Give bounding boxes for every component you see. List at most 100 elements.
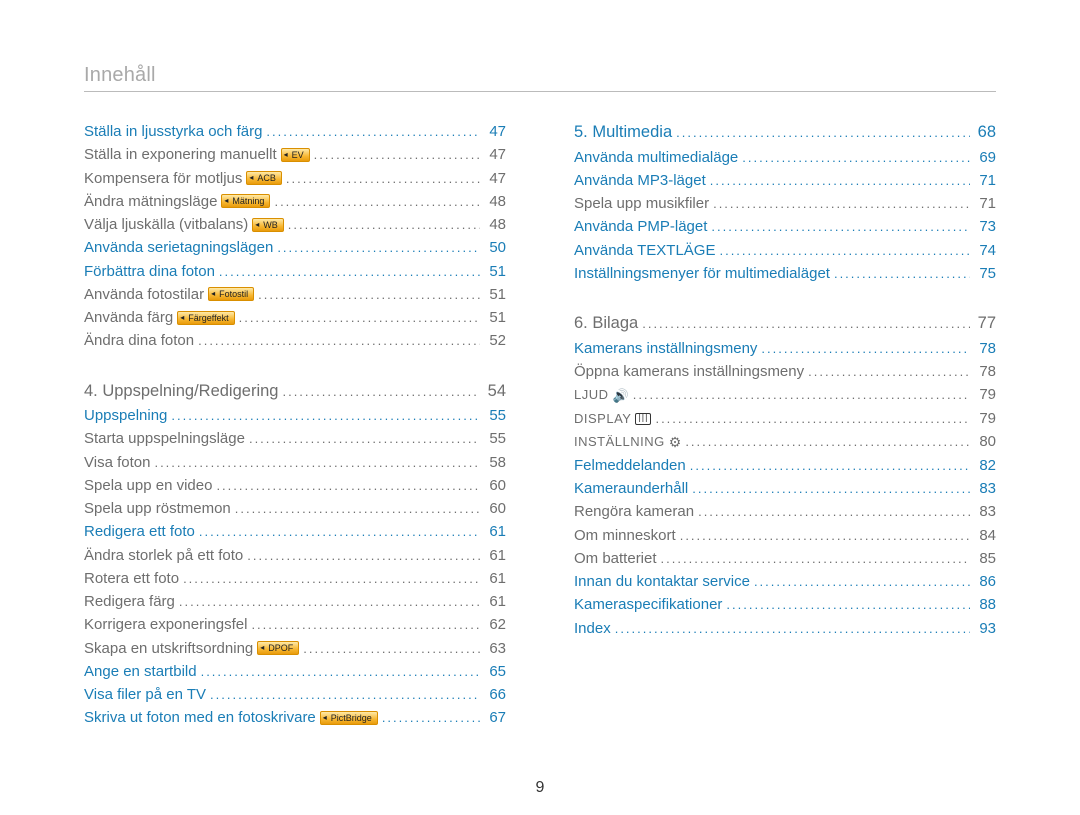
toc-page-number: 48 — [484, 213, 506, 236]
toc-label[interactable]: Felmeddelanden — [574, 454, 686, 477]
toc-label[interactable]: Använda MP3-läget — [574, 169, 706, 192]
toc-label[interactable]: Kameraunderhåll — [574, 477, 688, 500]
toc-label[interactable]: Använda PMP-läget — [574, 215, 707, 238]
toc-leaders — [199, 520, 480, 543]
toc-leaders — [655, 407, 970, 430]
toc-label[interactable]: Använda multimedialäge — [574, 146, 738, 169]
toc-label[interactable]: Kamerans inställningsmeny — [574, 337, 757, 360]
toc-label: Använda fotostilarFotostil — [84, 283, 254, 306]
toc-leaders — [382, 706, 480, 729]
toc-entry[interactable]: Förbättra dina foton51 — [84, 260, 506, 283]
toc-label[interactable]: Innan du kontaktar service — [574, 570, 750, 593]
sound-icon — [613, 384, 629, 407]
toc-page-number: 74 — [974, 239, 996, 262]
toc-chapter[interactable]: 5. Multimedia68 — [574, 120, 996, 146]
toc-entry[interactable]: Ställa in ljusstyrka och färg 47 — [84, 120, 506, 143]
toc-entry[interactable]: Skriva ut foton med en fotoskrivarePictB… — [84, 706, 506, 729]
toc-label[interactable]: Visa filer på en TV — [84, 683, 206, 706]
toc-entry: Skapa en utskriftsordningDPOF63 — [84, 637, 506, 660]
toc-leaders — [713, 192, 970, 215]
toc-leaders — [742, 146, 970, 169]
toc-entry: Öppna kamerans inställningsmeny78 — [574, 360, 996, 383]
toc-entry[interactable]: Innan du kontaktar service 86 — [574, 570, 996, 593]
toc-label[interactable]: Förbättra dina foton — [84, 260, 215, 283]
toc-label[interactable]: Ange en startbild — [84, 660, 197, 683]
toc-page-number: 93 — [974, 617, 996, 640]
toc-entry[interactable]: Kameraunderhåll83 — [574, 477, 996, 500]
toc-label[interactable]: Redigera ett foto — [84, 520, 195, 543]
toc-leaders — [258, 283, 480, 306]
toc-leaders — [761, 337, 970, 360]
toc-entry: Ändra mätningslägeMätning48 — [84, 190, 506, 213]
divider — [84, 91, 996, 92]
toc-entry: Korrigera exponeringsfel 62 — [84, 613, 506, 636]
display-icon — [635, 413, 651, 425]
toc-entry: Ändra storlek på ett foto61 — [84, 544, 506, 567]
toc-entry[interactable]: Index 93 — [574, 617, 996, 640]
toc-leaders — [719, 239, 970, 262]
toc-entry[interactable]: Inställningsmenyer för multimedialäget 75 — [574, 262, 996, 285]
toc-entry[interactable]: Redigera ett foto61 — [84, 520, 506, 543]
toc-leaders — [239, 306, 480, 329]
toc-entry[interactable]: Använda serietagningslägen50 — [84, 236, 506, 259]
toc-label: Korrigera exponeringsfel — [84, 613, 247, 636]
mode-tag: Färgeffekt — [177, 311, 234, 325]
toc-entry: DISPLAY79 — [574, 407, 996, 430]
toc-page-number: 48 — [484, 190, 506, 213]
toc-entry: Om batteriet85 — [574, 547, 996, 570]
toc-leaders — [288, 213, 480, 236]
toc-label: Kompensera för motljusACB — [84, 167, 282, 190]
toc-leaders — [685, 430, 970, 453]
toc-leaders — [642, 311, 970, 337]
toc-label[interactable]: Använda TEXTLÄGE — [574, 239, 715, 262]
toc-entry[interactable]: Använda PMP-läget 73 — [574, 215, 996, 238]
toc-leaders — [615, 617, 970, 640]
mode-tag: ACB — [246, 171, 282, 185]
toc-label: Om minneskort — [574, 524, 676, 547]
toc-entry: Spela upp musikfiler71 — [574, 192, 996, 215]
toc-label[interactable]: Index — [574, 617, 611, 640]
toc-entry[interactable]: Ange en startbild65 — [84, 660, 506, 683]
toc-page-number: 62 — [484, 613, 506, 636]
gear-icon — [669, 431, 682, 454]
toc-label[interactable]: Kameraspecifikationer — [574, 593, 722, 616]
toc-page-number: 75 — [974, 262, 996, 285]
toc-entry[interactable]: Uppspelning 55 — [84, 404, 506, 427]
toc-label[interactable]: Ställa in ljusstyrka och färg — [84, 120, 262, 143]
toc-label[interactable]: Uppspelning — [84, 404, 167, 427]
toc-page-number: 54 — [484, 379, 506, 405]
toc-label: Redigera färg — [84, 590, 175, 613]
toc-leaders — [834, 262, 970, 285]
toc-leaders — [249, 427, 480, 450]
toc-page-number: 55 — [484, 427, 506, 450]
toc-entry[interactable]: Kameraspecifikationer88 — [574, 593, 996, 616]
toc-entry: Spela upp en video60 — [84, 474, 506, 497]
toc-leaders — [171, 404, 480, 427]
toc-leaders — [210, 683, 480, 706]
toc-page-number: 78 — [974, 360, 996, 383]
toc-entry[interactable]: Använda TEXTLÄGE 74 — [574, 239, 996, 262]
toc-leaders — [808, 360, 970, 383]
toc-label[interactable]: Inställningsmenyer för multimedialäget — [574, 262, 830, 285]
toc-leaders — [282, 379, 480, 405]
toc-page-number: 86 — [974, 570, 996, 593]
toc-entry: Ställa in exponering manuelltEV47 — [84, 143, 506, 166]
toc-label[interactable]: Skriva ut foton med en fotoskrivarePictB… — [84, 706, 378, 729]
toc-entry[interactable]: Använda MP3-läget71 — [574, 169, 996, 192]
toc-page-number: 73 — [974, 215, 996, 238]
toc-label: Spela upp en video — [84, 474, 212, 497]
toc-page-number: 55 — [484, 404, 506, 427]
toc-label: Skapa en utskriftsordningDPOF — [84, 637, 299, 660]
toc-label: 6. Bilaga — [574, 311, 638, 337]
toc-label[interactable]: 5. Multimedia — [574, 120, 672, 146]
toc-label: DISPLAY — [574, 409, 651, 429]
toc-page-number: 47 — [484, 143, 506, 166]
toc-entry[interactable]: Felmeddelanden 82 — [574, 454, 996, 477]
toc-label[interactable]: Använda serietagningslägen — [84, 236, 273, 259]
toc-entry[interactable]: Visa filer på en TV66 — [84, 683, 506, 706]
toc-entry[interactable]: Kamerans inställningsmeny78 — [574, 337, 996, 360]
toc-entry[interactable]: Använda multimedialäge69 — [574, 146, 996, 169]
toc-page-number: 82 — [974, 454, 996, 477]
toc-label: Spela upp röstmemon — [84, 497, 231, 520]
toc-page-number: 47 — [484, 120, 506, 143]
